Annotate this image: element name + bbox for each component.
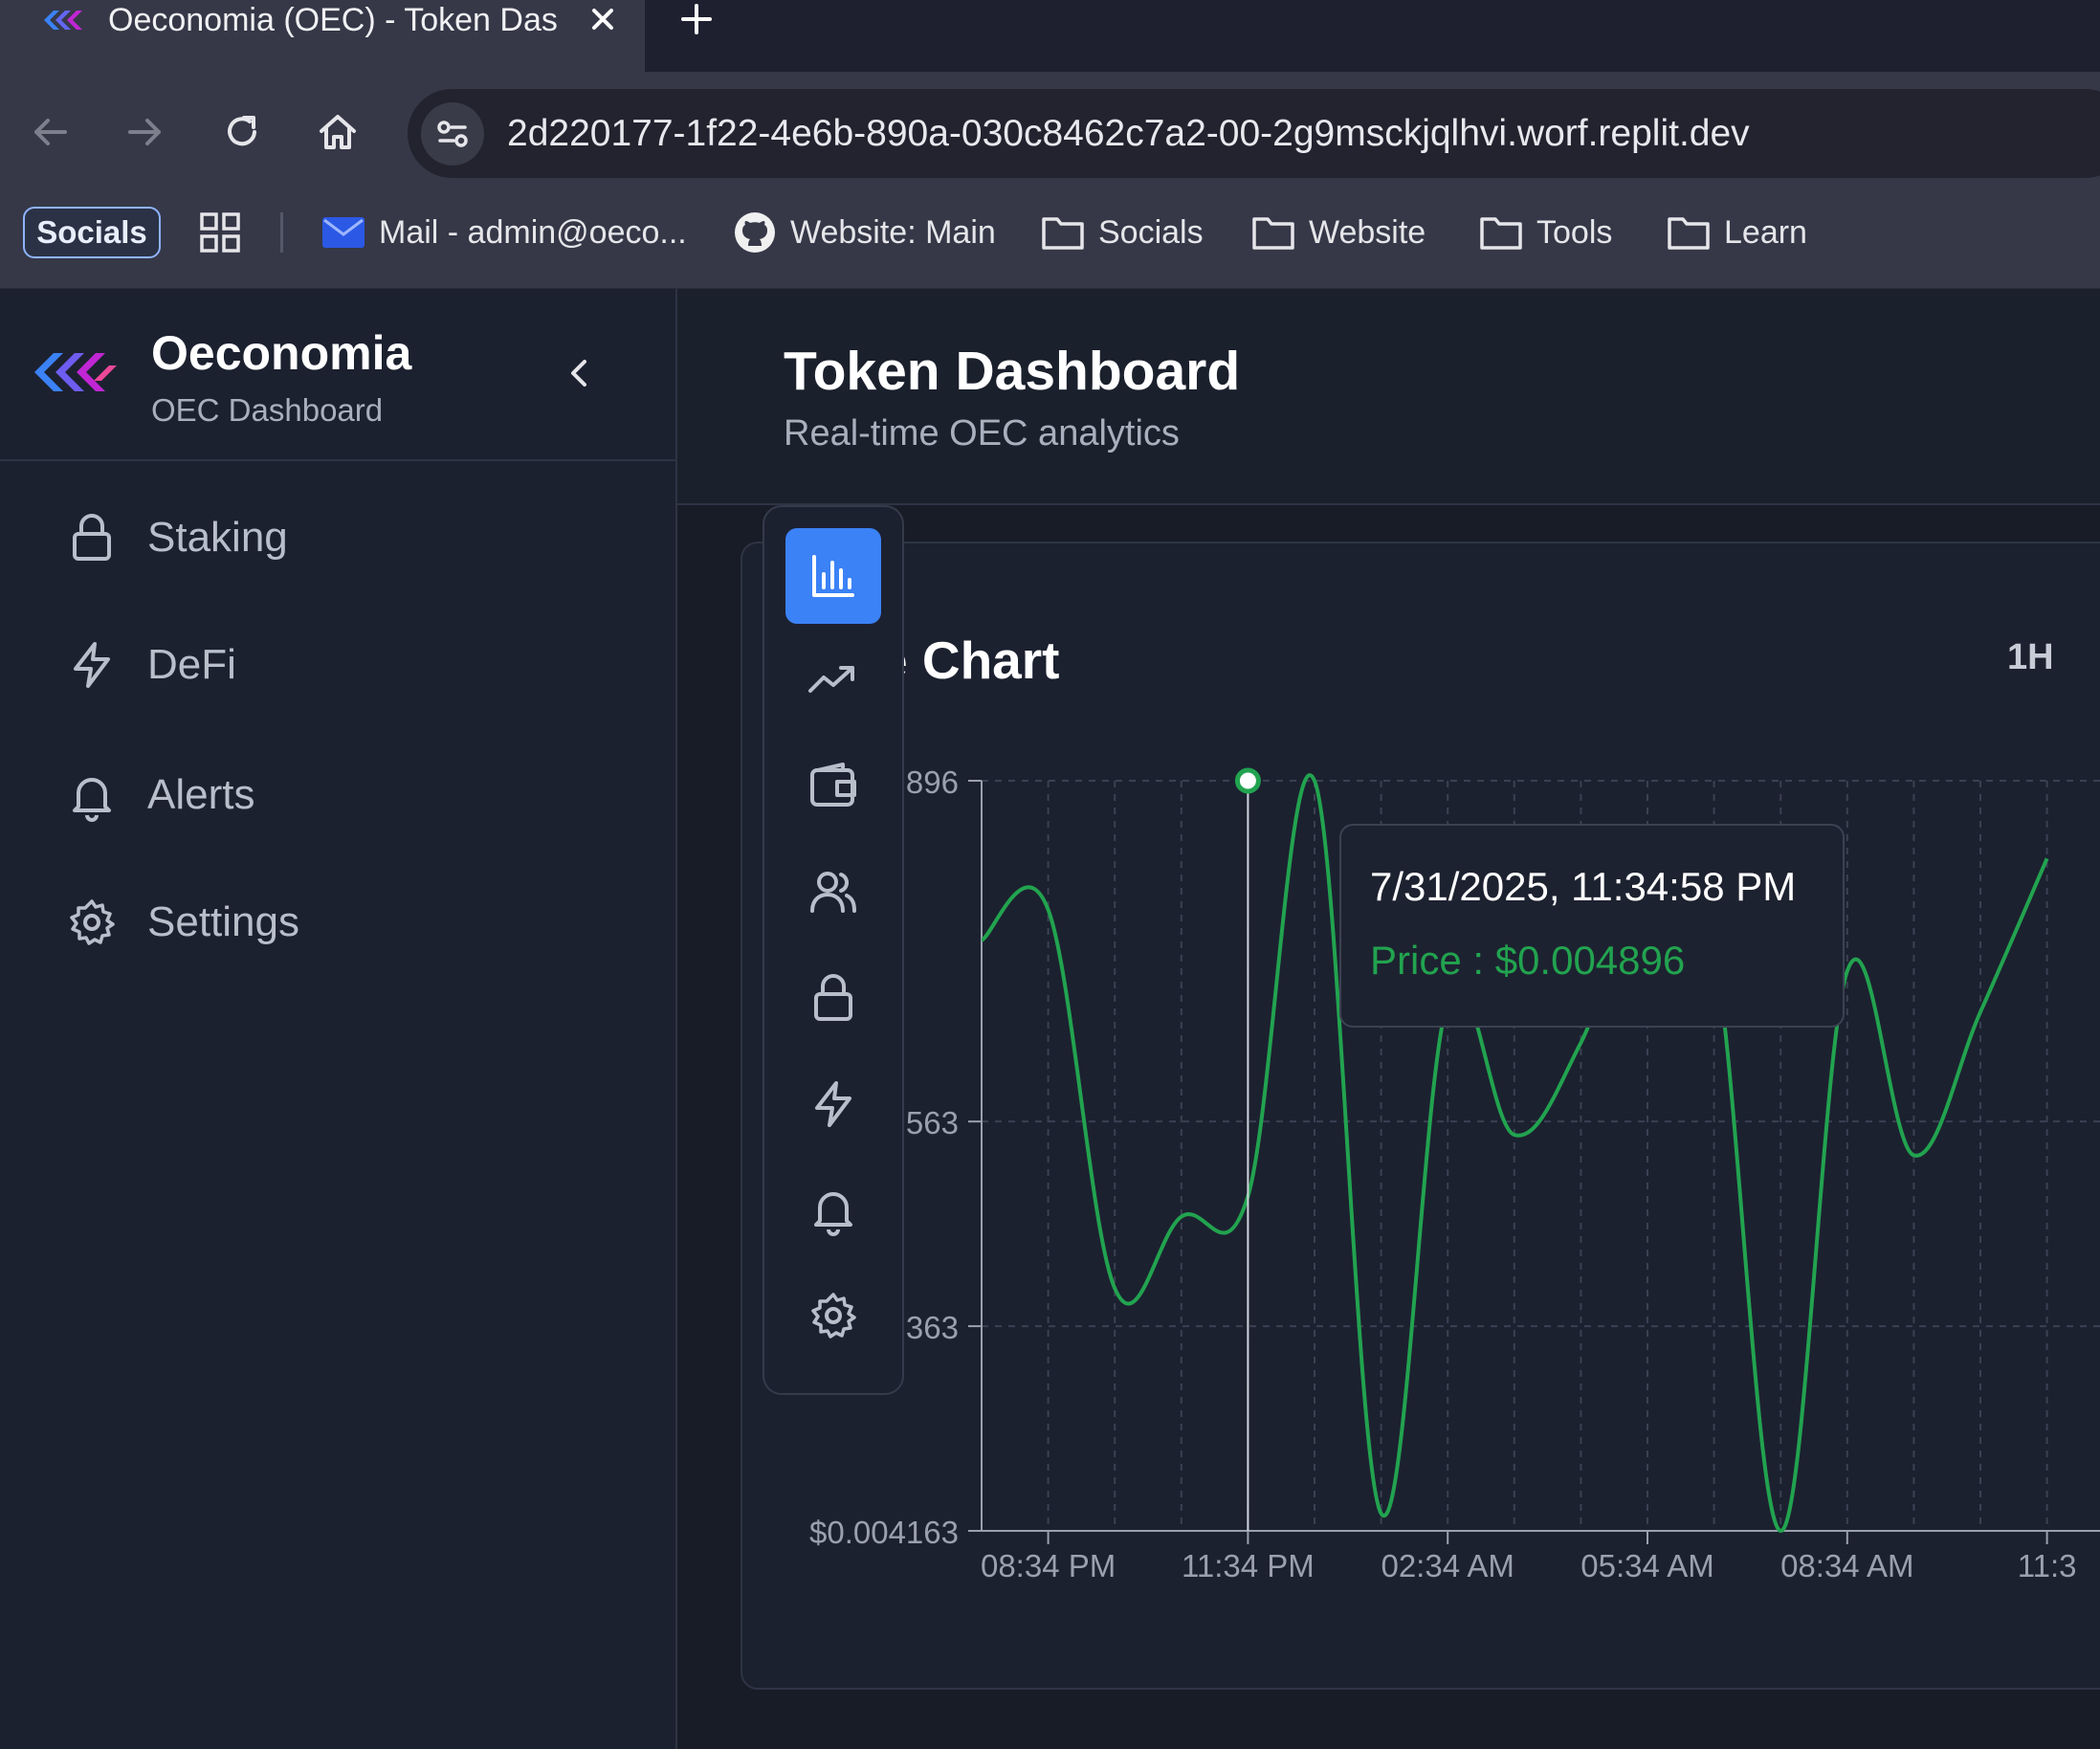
x-tick-label: 11:34 PM — [1182, 1548, 1315, 1583]
y-tick-label: .563 — [897, 1105, 959, 1140]
wallet-icon[interactable] — [785, 738, 881, 833]
lightning-icon[interactable] — [785, 1056, 881, 1152]
active-data-point — [1234, 767, 1261, 794]
gear-icon[interactable] — [785, 1268, 881, 1363]
tooltip-date: 7/31/2025, 11:34:58 PM — [1370, 864, 1797, 909]
x-tick-label: 08:34 AM — [1780, 1548, 1913, 1583]
x-tick-label: 11:3 — [2018, 1548, 2077, 1583]
y-tick-label: $0.004163 — [809, 1515, 959, 1550]
chart-bar-icon[interactable] — [785, 528, 881, 624]
lock-icon[interactable] — [785, 950, 881, 1046]
bell-icon[interactable] — [785, 1162, 881, 1257]
floating-icon-nav — [763, 505, 904, 1395]
y-tick-label: .363 — [897, 1310, 959, 1345]
chart-tooltip: 7/31/2025, 11:34:58 PM Price : $0.004896 — [1339, 824, 1845, 1028]
y-tick-label: .896 — [897, 764, 959, 800]
x-tick-label: 08:34 PM — [981, 1548, 1116, 1583]
tooltip-price: Price : $0.004896 — [1370, 938, 1686, 983]
x-tick-label: 05:34 AM — [1581, 1548, 1713, 1583]
x-tick-label: 02:34 AM — [1381, 1548, 1514, 1583]
trending-up-icon[interactable] — [785, 631, 881, 727]
users-icon[interactable] — [785, 844, 881, 940]
